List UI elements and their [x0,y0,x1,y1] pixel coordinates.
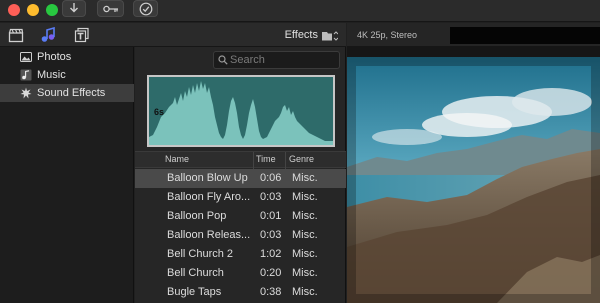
video-viewer[interactable] [347,57,600,303]
search-input[interactable]: Search [213,51,340,69]
cell-name: Bugle Taps [167,286,222,298]
cell-genre: Misc. [292,191,318,203]
close-window-button[interactable] [8,4,20,16]
cell-name: Bell Church 2 [167,248,234,260]
cell-genre: Misc. [292,172,318,184]
key-icon [102,5,118,12]
clapperboard-icon[interactable] [8,27,24,43]
table-row[interactable]: Balloon Pop 0:01 Misc. [135,207,346,226]
cell-genre: Misc. [292,210,318,222]
table-row[interactable]: Balloon Fly Aro... 0:03 Misc. [135,188,346,207]
table-header: Name Time Genre [135,151,346,169]
zoom-window-button[interactable] [46,4,58,16]
table-row[interactable]: Bugle Taps 0:38 Misc. [135,283,346,302]
minimize-window-button[interactable] [27,4,39,16]
cell-genre: Misc. [292,248,318,260]
column-header-genre[interactable]: Genre [289,154,314,164]
sidebar-item-label: Sound Effects [37,87,106,99]
cell-time: 0:01 [260,210,282,222]
keywords-button[interactable] [97,0,124,17]
title-t-icon[interactable] [74,27,90,43]
browser-title[interactable]: Effects [285,29,318,41]
cell-time: 0:38 [260,286,282,298]
viewer-header-bar [450,27,600,44]
checkmark-circle-icon [139,2,152,15]
waveform-graphic [149,81,333,145]
sidebar-item-label: Music [37,69,66,81]
column-divider[interactable] [253,152,254,169]
column-divider[interactable] [285,152,286,169]
library-sidebar: Photos Music Sound Effects [0,47,134,303]
column-header-name[interactable]: Name [165,154,189,164]
cell-name: Balloon Fly Aro... [167,191,251,203]
waveform-duration-label: 6s [154,107,165,117]
cell-genre: Misc. [292,267,318,279]
cell-time: 1:02 [260,248,282,260]
title-bar [0,0,600,22]
search-icon [218,55,228,65]
table-row[interactable]: Balloon Releas... 0:03 Misc. [135,226,346,245]
cell-time: 0:06 [260,172,282,184]
cell-name: Balloon Pop [167,210,227,222]
sidebar-item-label: Photos [37,51,72,63]
table-row[interactable]: Bell Church 0:20 Misc. [135,264,346,283]
column-header-time[interactable]: Time [256,154,276,164]
landscape-frame-image [347,57,600,303]
audio-waveform-preview[interactable]: 6s [147,75,335,147]
cell-name: Balloon Blow Up [167,172,248,184]
cell-time: 0:03 [260,191,282,203]
download-icon [70,3,78,13]
table-row[interactable]: Bell Church 2 1:02 Misc. [135,245,346,264]
photos-icon [20,52,32,62]
sidebar-item-music[interactable]: Music [0,66,134,84]
sidebar-item-photos[interactable]: Photos [0,48,134,66]
folder-icon[interactable] [322,31,338,41]
viewer-format-label: 4K 25p, Stereo [357,30,418,40]
cell-genre: Misc. [292,286,318,298]
viewer-header: 4K 25p, Stereo [347,23,600,47]
cell-name: Bell Church [167,267,224,279]
cell-time: 0:03 [260,229,282,241]
background-tasks-button[interactable] [133,0,158,17]
sidebar-item-sound-effects[interactable]: Sound Effects [0,84,134,102]
music-notes-icon[interactable] [40,27,56,43]
cell-name: Balloon Releas... [167,229,251,241]
cell-genre: Misc. [292,229,318,241]
browser-header: Effects [0,23,346,47]
sound-effects-icon [20,87,32,99]
music-icon [20,69,32,81]
import-button[interactable] [62,0,86,17]
sound-effects-browser: Search 6s Name Time Genre Balloon Blow U… [135,47,346,303]
table-row[interactable]: Balloon Blow Up 0:06 Misc. [135,169,346,188]
viewer-letterbox [347,47,600,57]
cell-time: 0:20 [260,267,282,279]
